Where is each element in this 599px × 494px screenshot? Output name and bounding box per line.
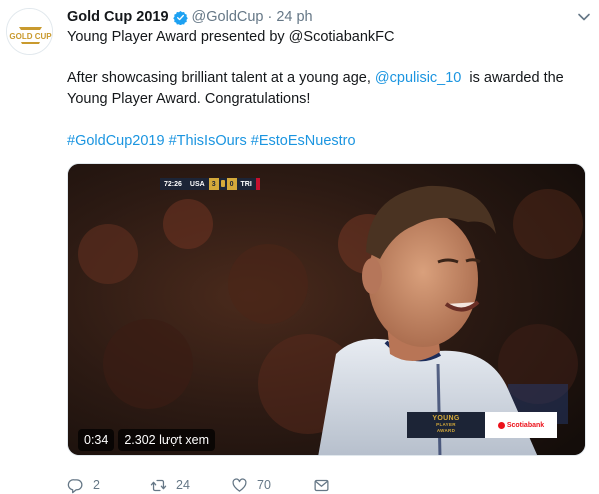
home-score: 3 (208, 178, 219, 190)
reply-button[interactable]: 2 (67, 476, 100, 494)
sponsor-name: Scotiabank (506, 421, 545, 429)
retweet-icon (150, 479, 167, 491)
match-clock: 72:26 (160, 178, 186, 190)
hashtag-line: #GoldCup2019 #ThisIsOurs #EstoEsNuestro (67, 131, 356, 152)
reply-count: 2 (93, 478, 100, 492)
tweet-text-line: Young Player Award. Congratulations! (67, 91, 311, 107)
direct-message-button[interactable] (313, 476, 330, 494)
retweet-count: 24 (176, 478, 190, 492)
flag-icon (255, 178, 260, 190)
separator-dot: · (267, 9, 273, 25)
trophy-icon (218, 178, 227, 190)
sponsor-logo: Scotiabank (485, 412, 557, 438)
tweet-card[interactable]: GOLD CUP Gold Cup 2019 @GoldCup · 24 ph … (0, 0, 599, 494)
video-player[interactable]: 72:26 USA 3 0 TRI YOUNG PLAYER AWARD Sco… (67, 163, 586, 456)
mention-link[interactable]: @cpulisic_10 (375, 70, 461, 86)
award-line: AWARD (436, 428, 456, 433)
hashtag-link[interactable]: #ThisIsOurs (169, 133, 247, 149)
like-icon (232, 477, 247, 492)
handle[interactable]: @GoldCup (192, 9, 264, 25)
video-duration: 0:34 (78, 429, 115, 451)
tweet-text: After showcasing brilliant talent at a y… (67, 70, 375, 86)
reply-icon (67, 478, 83, 493)
hashtag-link[interactable]: #GoldCup2019 (67, 133, 165, 149)
display-name[interactable]: Gold Cup 2019 (67, 9, 169, 25)
award-title: YOUNG PLAYER AWARD (407, 412, 485, 438)
timestamp[interactable]: 24 ph (276, 9, 312, 25)
verified-badge-icon (172, 10, 188, 25)
gold-cup-logo-icon: GOLD CUP (7, 9, 52, 54)
svg-text:GOLD CUP: GOLD CUP (9, 32, 52, 41)
retweet-button[interactable]: 24 (150, 476, 190, 494)
like-button[interactable]: 70 (231, 476, 271, 494)
scotiabank-s-icon (497, 421, 505, 429)
video-views: 2.302 lượt xem (118, 429, 215, 451)
avatar[interactable]: GOLD CUP (6, 8, 53, 55)
scorebug: 72:26 USA 3 0 TRI (160, 178, 260, 190)
tweet-text: is awarded the (461, 70, 564, 86)
like-count: 70 (257, 478, 271, 492)
direct-message-icon (314, 479, 329, 491)
home-team: USA (185, 178, 209, 190)
away-team: TRI (236, 178, 256, 190)
video-info: 0:34 2.302 lượt xem (78, 429, 215, 451)
tweet-text-line: After showcasing brilliant talent at a y… (67, 68, 564, 89)
award-overlay: YOUNG PLAYER AWARD Scotiabank (407, 412, 557, 438)
hashtag-link[interactable]: #EstoEsNuestro (251, 133, 356, 149)
away-score: 0 (226, 178, 237, 190)
tweet-text-line: Young Player Award presented by @Scotiab… (67, 29, 395, 45)
tweet-header: Gold Cup 2019 @GoldCup · 24 ph (67, 8, 313, 26)
caret-down-icon[interactable] (577, 10, 591, 24)
